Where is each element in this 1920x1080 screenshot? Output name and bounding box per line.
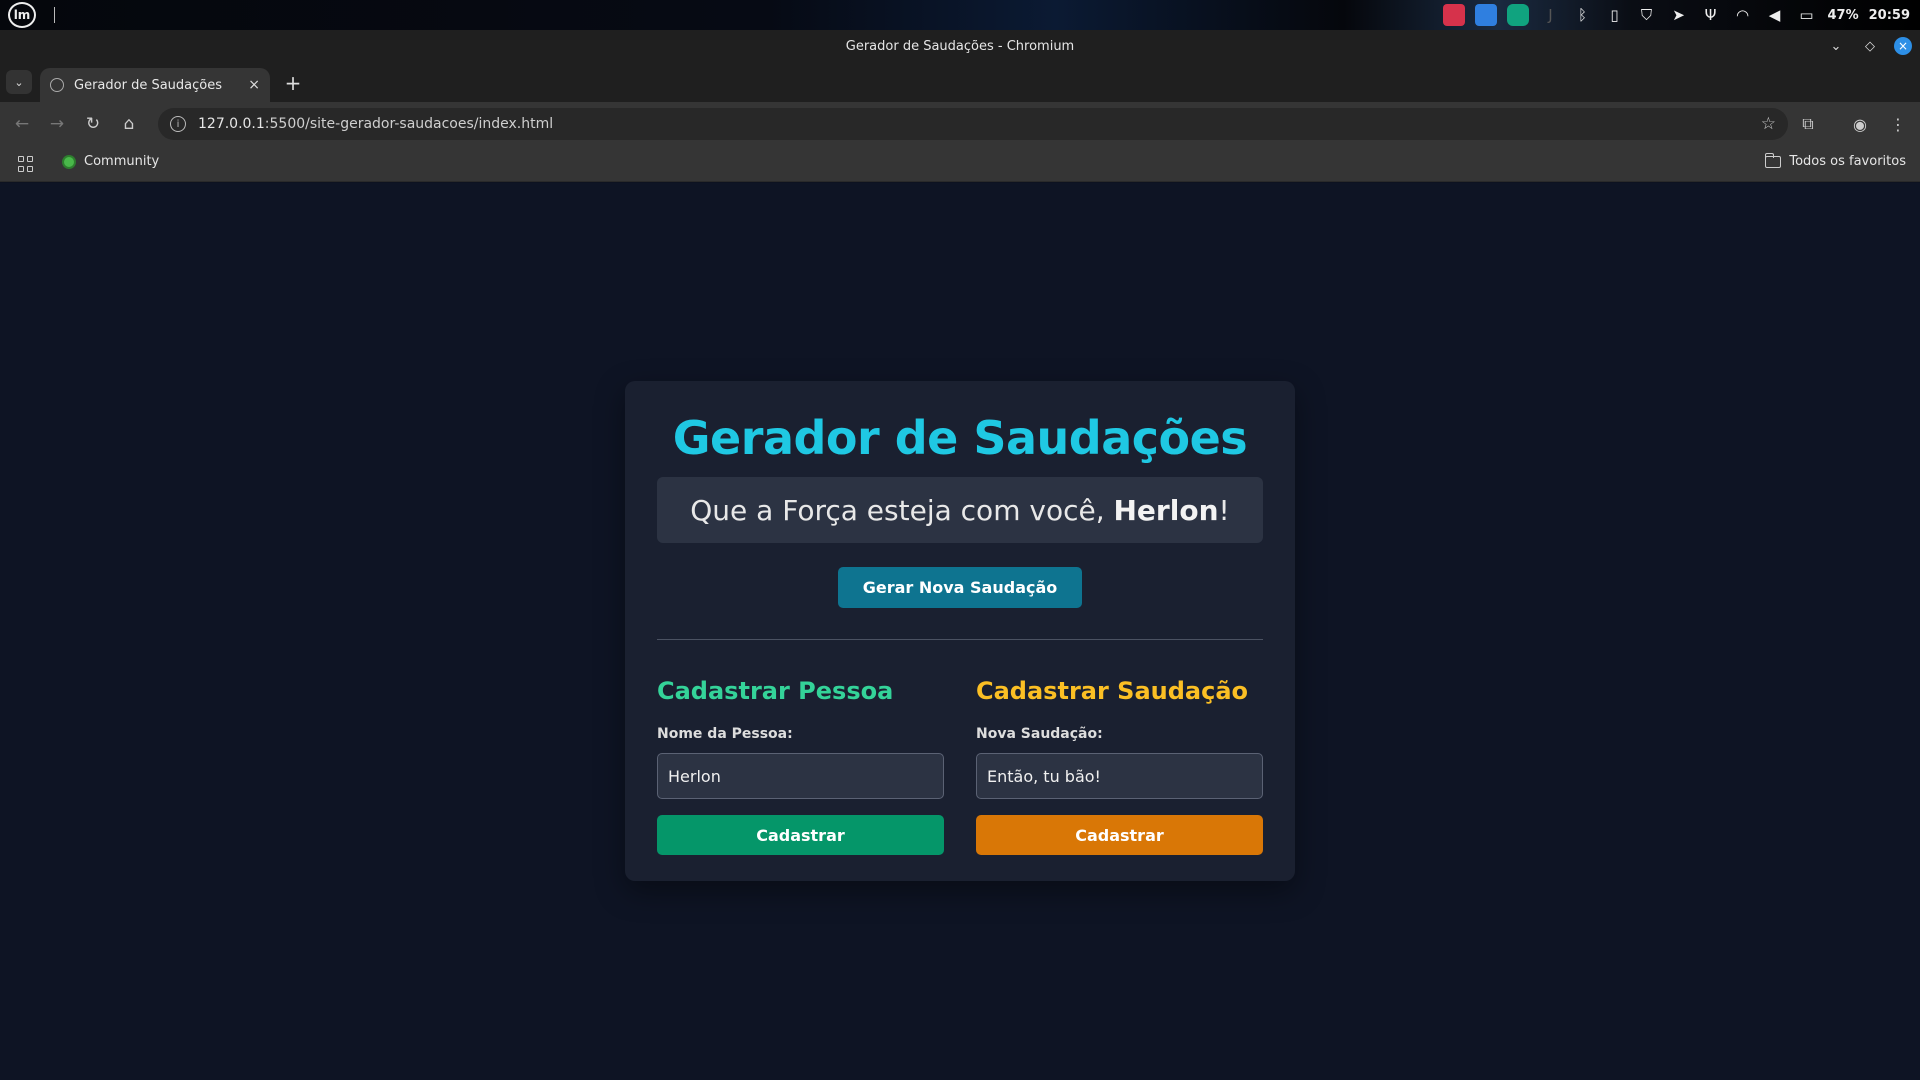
back-arrow-icon[interactable]: ←: [10, 112, 34, 136]
close-window-icon[interactable]: ×: [1894, 37, 1912, 55]
greeting-form-title: Cadastrar Saudação: [976, 677, 1249, 705]
os-top-panel: lm J ᛒ ▯ ⛉ ➤ Ψ ◠ ◀ ▭ 47% 20:59: [0, 0, 1920, 30]
register-person-button[interactable]: Cadastrar: [657, 815, 944, 855]
terminal-app-icon[interactable]: [1443, 4, 1466, 26]
greeting-form: Cadastrar Saudação Nova Saudação: Cadast…: [976, 676, 1263, 855]
forms-row: Cadastrar Pessoa Nome da Pessoa: Cadastr…: [657, 676, 1263, 855]
window-titlebar[interactable]: Gerador de Saudações - Chromium ⌄ ◇ ×: [0, 30, 1920, 62]
bookmarks-bar: Community Todos os favoritos: [0, 146, 1920, 182]
chatgpt-app-icon[interactable]: [1507, 4, 1530, 26]
usb-icon[interactable]: Ψ: [1699, 4, 1721, 26]
extensions-puzzle-icon[interactable]: ⧉: [1796, 112, 1820, 136]
new-greeting-input[interactable]: [976, 753, 1263, 799]
mint-menu-icon[interactable]: lm: [8, 2, 36, 28]
store-app-icon[interactable]: [1475, 4, 1498, 26]
generate-greeting-button[interactable]: Gerar Nova Saudação: [837, 567, 1083, 608]
all-bookmarks[interactable]: Todos os favoritos: [1764, 152, 1906, 169]
shield-icon[interactable]: ⛉: [1635, 4, 1657, 26]
person-name-input[interactable]: [657, 753, 944, 799]
bluetooth-icon[interactable]: ᛒ: [1571, 4, 1593, 26]
page-viewport: Gerador de Saudações Que a Força esteja …: [0, 183, 1920, 1080]
url-path: :5500/site-gerador-saudacoes/index.html: [264, 116, 554, 132]
greeting-suffix: !: [1218, 493, 1230, 527]
battery-percentage: 47%: [1827, 7, 1859, 23]
page-title: Gerador de Saudações: [672, 411, 1248, 465]
register-greeting-button[interactable]: Cadastrar: [976, 815, 1263, 855]
window-controls: ⌄ ◇ ×: [1826, 36, 1912, 56]
reload-icon[interactable]: ↻: [81, 112, 105, 136]
wifi-icon[interactable]: ◠: [1731, 4, 1753, 26]
site-info-icon[interactable]: i: [170, 116, 186, 132]
bookmark-label: Community: [84, 154, 160, 169]
address-bar[interactable]: i 127.0.0.1:5500/site-gerador-saudacoes/…: [158, 108, 1788, 140]
greeting-name: Herlon: [1113, 493, 1219, 527]
tab-title: Gerador de Saudações: [74, 77, 222, 93]
greeting-text: Que a Força esteja com você, Herlon!: [690, 494, 1229, 527]
main-card: Gerador de Saudações Que a Força esteja …: [625, 381, 1295, 881]
panel-separator: [54, 7, 55, 23]
maximize-icon[interactable]: ◇: [1860, 36, 1880, 56]
tab-search-chevron-icon[interactable]: ⌄: [6, 70, 32, 94]
profile-icon[interactable]: ◉: [1848, 112, 1872, 136]
clock[interactable]: 20:59: [1869, 8, 1910, 23]
clipboard-icon[interactable]: ▯: [1603, 4, 1625, 26]
folder-icon: [1764, 152, 1782, 168]
minimize-icon[interactable]: ⌄: [1826, 36, 1846, 56]
all-bookmarks-label: Todos os favoritos: [1789, 154, 1906, 169]
window-title: Gerador de Saudações - Chromium: [845, 38, 1075, 54]
new-tab-plus-icon[interactable]: +: [282, 71, 304, 95]
section-divider: [657, 639, 1263, 640]
new-greeting-label: Nova Saudação:: [976, 726, 1103, 742]
volume-icon[interactable]: ◀: [1763, 4, 1785, 26]
mint-logo-text: lm: [13, 8, 31, 22]
person-name-label: Nome da Pessoa:: [657, 726, 793, 742]
apps-grid-icon[interactable]: [18, 156, 34, 172]
greeting-prefix: Que a Força esteja com você,: [690, 493, 1114, 527]
tab-strip: ⌄ Gerador de Saudações × +: [0, 62, 1920, 102]
jetbrains-icon[interactable]: J: [1539, 4, 1561, 26]
system-tray: J ᛒ ▯ ⛉ ➤ Ψ ◠ ◀ ▭ 47% 20:59: [1443, 0, 1910, 30]
kebab-menu-icon[interactable]: ⋮: [1886, 112, 1910, 136]
person-form: Cadastrar Pessoa Nome da Pessoa: Cadastr…: [657, 676, 944, 855]
home-icon[interactable]: ⌂: [117, 112, 141, 136]
greeting-display: Que a Força esteja com você, Herlon!: [657, 477, 1263, 543]
globe-icon: [50, 78, 64, 92]
forward-arrow-icon[interactable]: →: [45, 112, 69, 136]
battery-icon[interactable]: ▭: [1795, 4, 1817, 26]
person-form-title: Cadastrar Pessoa: [657, 677, 894, 705]
community-favicon-icon: [62, 154, 76, 169]
tab-close-icon[interactable]: ×: [248, 77, 260, 93]
tab-gerador[interactable]: Gerador de Saudações ×: [40, 68, 270, 102]
url-host: 127.0.0.1: [198, 116, 265, 132]
browser-toolbar: ← → ↻ ⌂ i 127.0.0.1:5500/site-gerador-sa…: [0, 102, 1920, 146]
url-text[interactable]: 127.0.0.1:5500/site-gerador-saudacoes/in…: [198, 116, 1761, 132]
telegram-icon[interactable]: ➤: [1667, 4, 1689, 26]
bookmark-community[interactable]: Community: [62, 154, 159, 169]
bookmark-star-icon[interactable]: ☆: [1761, 114, 1776, 134]
